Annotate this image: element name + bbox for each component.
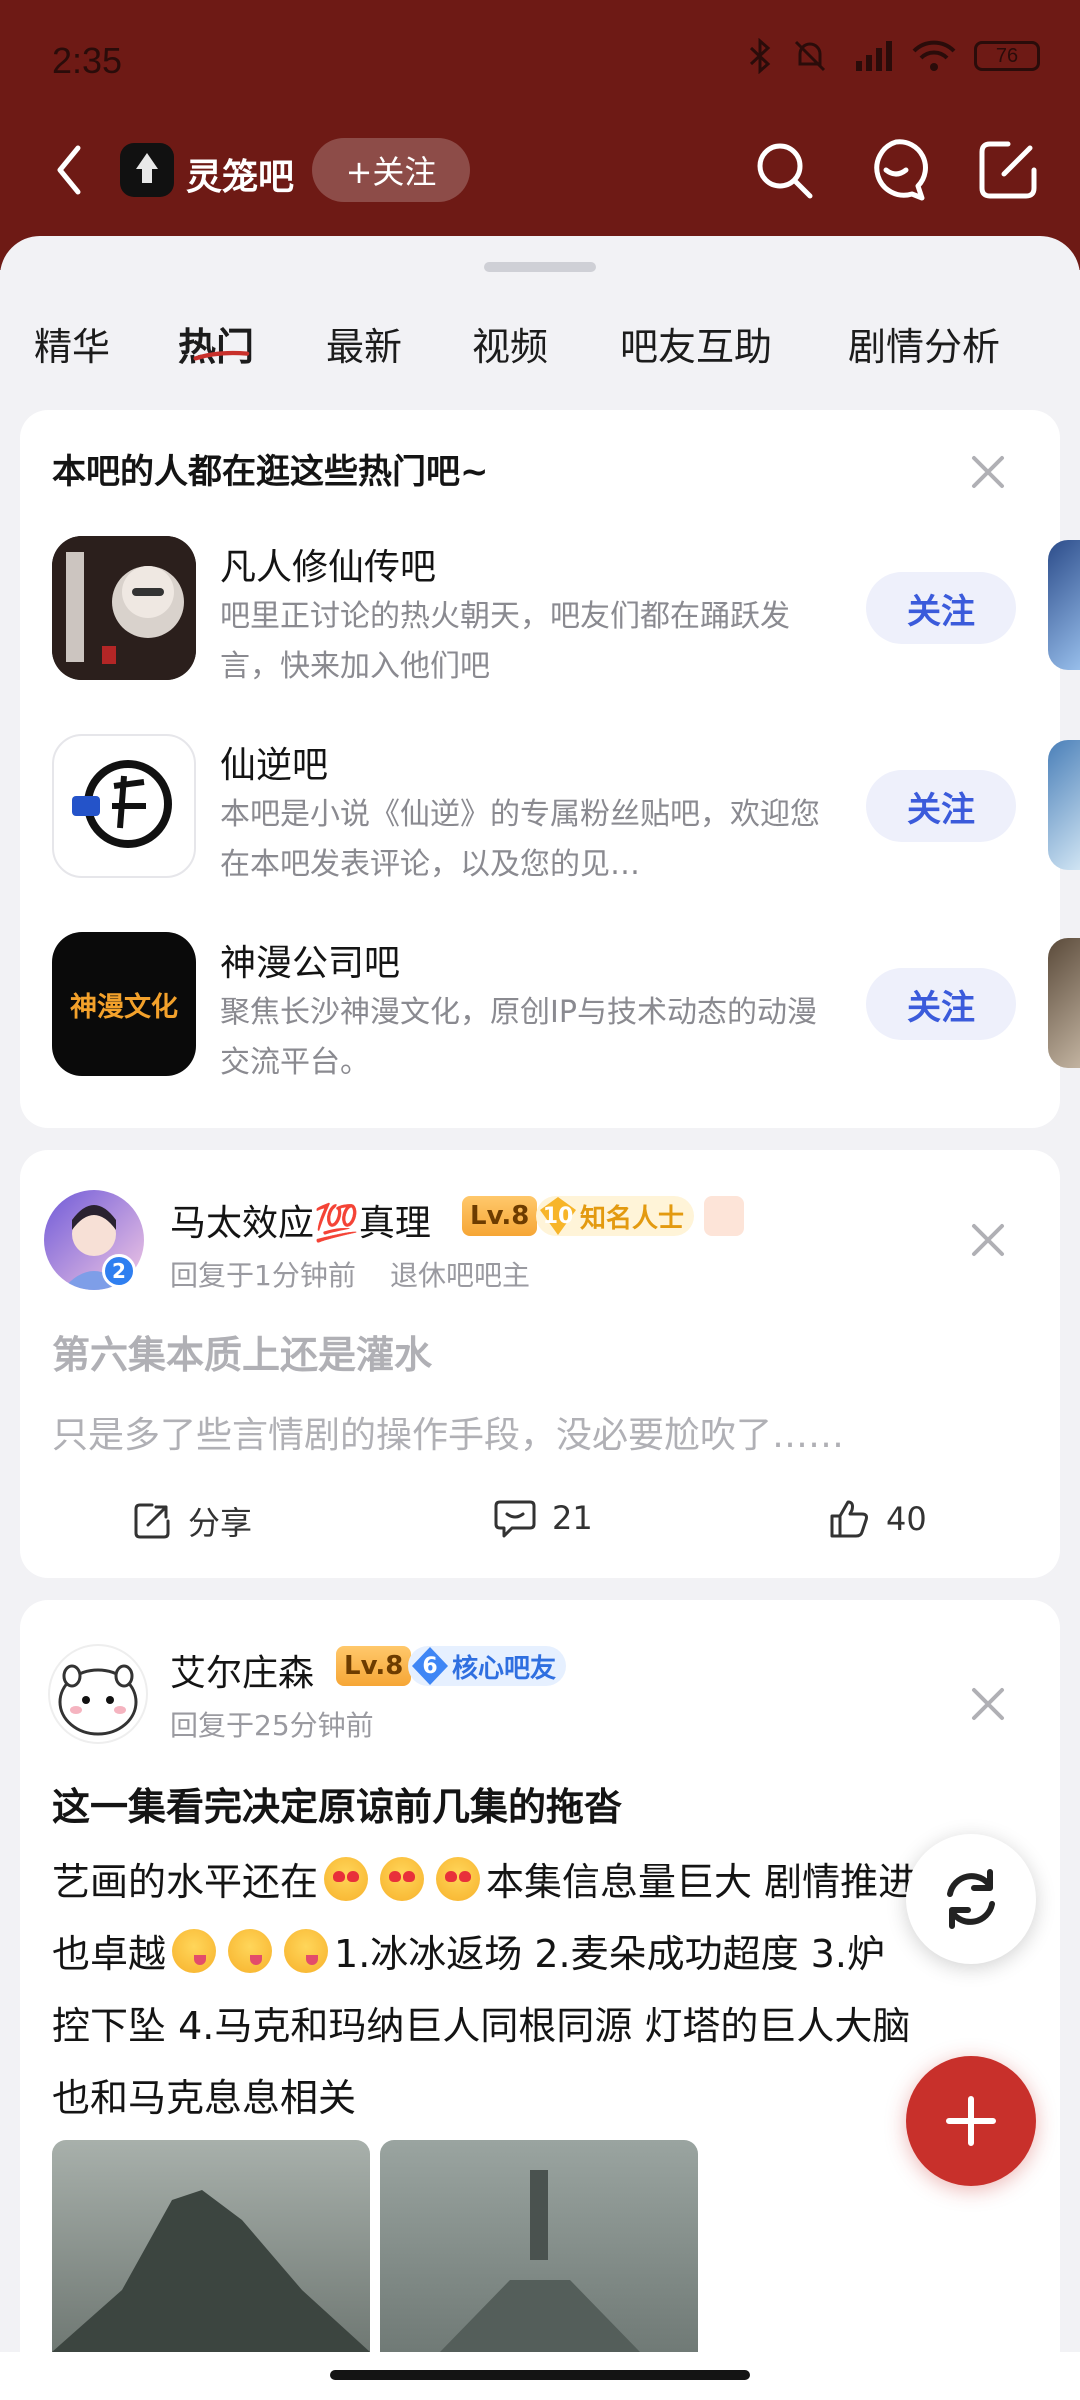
tab-video[interactable]: 视频 bbox=[472, 316, 548, 371]
forum-avatar: 神漫文化 bbox=[52, 932, 196, 1076]
heart-eyes-emoji-icon bbox=[324, 1857, 369, 1901]
next-item-peek bbox=[1048, 938, 1080, 1068]
diamond-badge-icon: 6 bbox=[408, 1644, 452, 1688]
mute-icon bbox=[794, 40, 826, 72]
reply-time: 回复于1分钟前 bbox=[170, 1259, 356, 1292]
forum-avatar bbox=[52, 734, 196, 878]
post-body[interactable]: 艺画的水平还在 本集信息量巨大 剧情推进 也卓越 1.冰冰返场 2.麦朵成功超度 3… bbox=[52, 1846, 1012, 2134]
like-count: 40 bbox=[886, 1500, 927, 1538]
heart-eyes-emoji-icon bbox=[380, 1857, 425, 1901]
share-icon bbox=[134, 1503, 170, 1539]
follow-forum-button[interactable]: +关注 bbox=[312, 138, 470, 202]
level-badge: Lv.8 bbox=[336, 1646, 412, 1686]
forum-name: 凡人修仙传吧 bbox=[220, 547, 437, 588]
recommend-card: 本吧的人都在逛这些热门吧~ 凡人修仙传吧 吧里正讨论的热火朝天，吧友们都在踊跃发… bbox=[20, 410, 1080, 1128]
yum-emoji-icon bbox=[284, 1929, 329, 1973]
post-title[interactable]: 这一集看完决定原谅前几集的拖沓 bbox=[52, 1776, 622, 1831]
tab-featured[interactable]: 精华 bbox=[34, 316, 110, 371]
header: 灵笼吧 +关注 bbox=[0, 130, 1080, 210]
refresh-icon bbox=[947, 1869, 995, 1929]
tab-plot-analysis[interactable]: 剧情分析 bbox=[848, 316, 1000, 371]
share-label: 分享 bbox=[188, 1504, 253, 1542]
plus-icon bbox=[946, 2096, 996, 2146]
forum-description: 吧里正讨论的热火朝天，吧友们都在踊跃发言，快来加入他们吧 bbox=[220, 599, 790, 684]
active-tab-indicator bbox=[193, 350, 250, 361]
wifi-icon bbox=[912, 40, 956, 71]
follow-button[interactable]: 关注 bbox=[866, 968, 1016, 1040]
top-bar: 2:35 76 灵笼吧 +关注 bbox=[0, 0, 1080, 270]
like-button[interactable]: 40 bbox=[828, 1498, 927, 1540]
heart-eyes-emoji-icon bbox=[436, 1857, 481, 1901]
forum-logo-text: 神漫文化 bbox=[70, 991, 178, 1023]
recommend-item[interactable]: 神漫文化 神漫公司吧 聚焦长沙神漫文化，原创IP与技术动态的动漫交流平台。 关注 bbox=[52, 932, 1042, 1102]
recommend-item[interactable]: 凡人修仙传吧 吧里正讨论的热火朝天，吧友们都在踊跃发言，快来加入他们吧 关注 bbox=[52, 536, 1042, 706]
refresh-button[interactable] bbox=[906, 1834, 1036, 1964]
close-icon[interactable] bbox=[966, 1218, 1010, 1262]
battery-indicator: 76 bbox=[974, 41, 1040, 71]
member-badge: 10 知名人士 bbox=[536, 1194, 695, 1238]
member-badge: 6 核心吧友 bbox=[408, 1644, 567, 1688]
follow-button[interactable]: 关注 bbox=[866, 770, 1016, 842]
level-badge: Lv.8 bbox=[462, 1196, 538, 1236]
home-indicator[interactable] bbox=[330, 2370, 750, 2380]
back-arrow-icon[interactable] bbox=[50, 140, 90, 200]
new-post-button[interactable] bbox=[906, 2056, 1036, 2186]
status-time: 2:35 bbox=[52, 40, 123, 81]
edit-post-icon[interactable] bbox=[974, 136, 1042, 204]
forum-logo bbox=[120, 143, 174, 197]
diamond-badge-icon: 10 bbox=[536, 1194, 580, 1238]
post-image[interactable] bbox=[380, 2140, 698, 2352]
thumbs-up-icon bbox=[830, 1500, 868, 1538]
user-role: 退休吧吧主 bbox=[390, 1259, 531, 1292]
forum-description: 本吧是小说《仙逆》的专属粉丝贴吧，欢迎您在本吧发表评论，以及您的见… bbox=[220, 797, 820, 882]
post-title[interactable]: 第六集本质上还是灌水 bbox=[52, 1324, 432, 1379]
comment-button[interactable]: 21 bbox=[494, 1498, 593, 1538]
user-name[interactable]: 艾尔庄森 bbox=[170, 1644, 314, 1696]
forum-name[interactable]: 灵笼吧 bbox=[186, 148, 294, 200]
tab-bar: 精华 热门 最新 视频 吧友互助 剧情分析 bbox=[0, 316, 1080, 396]
forum-avatar bbox=[52, 536, 196, 680]
tab-hot[interactable]: 热门 bbox=[178, 316, 254, 371]
search-icon[interactable] bbox=[750, 136, 818, 204]
reply-time: 回复于25分钟前 bbox=[170, 1709, 374, 1742]
comment-icon bbox=[494, 1500, 536, 1538]
follow-button[interactable]: 关注 bbox=[866, 572, 1016, 644]
comment-count: 21 bbox=[552, 1499, 593, 1537]
yum-emoji-icon bbox=[172, 1929, 217, 1973]
next-item-peek bbox=[1048, 740, 1080, 870]
forum-name: 神漫公司吧 bbox=[220, 943, 401, 984]
post-image[interactable] bbox=[52, 2140, 370, 2352]
tab-help[interactable]: 吧友互助 bbox=[620, 316, 772, 371]
avatar-badge: 2 bbox=[102, 1254, 136, 1288]
message-icon[interactable] bbox=[862, 136, 930, 204]
user-name[interactable]: 马太效应💯真理 bbox=[170, 1194, 431, 1246]
yum-emoji-icon bbox=[228, 1929, 273, 1973]
share-button[interactable]: 分享 bbox=[132, 1498, 252, 1544]
extra-badge-icon bbox=[704, 1196, 744, 1236]
forum-name: 仙逆吧 bbox=[220, 745, 329, 786]
close-icon[interactable] bbox=[966, 450, 1010, 494]
drag-handle[interactable] bbox=[484, 262, 596, 272]
user-avatar[interactable] bbox=[48, 1644, 148, 1744]
forum-description: 聚焦长沙神漫文化，原创IP与技术动态的动漫交流平台。 bbox=[220, 995, 817, 1080]
bluetooth-icon bbox=[749, 38, 771, 74]
recommend-title: 本吧的人都在逛这些热门吧~ bbox=[52, 452, 489, 492]
post-card[interactable]: 2 马太效应💯真理 Lv.8 10 知名人士 回复于1分钟前 退休吧吧主 第六集… bbox=[20, 1150, 1060, 1578]
close-icon[interactable] bbox=[966, 1682, 1010, 1726]
tab-latest[interactable]: 最新 bbox=[326, 316, 402, 371]
next-item-peek bbox=[1048, 540, 1080, 670]
signal-icon bbox=[856, 41, 892, 71]
recommend-item[interactable]: 仙逆吧 本吧是小说《仙逆》的专属粉丝贴吧，欢迎您在本吧发表评论，以及您的见… 关… bbox=[52, 734, 1042, 904]
post-excerpt[interactable]: 只是多了些言情剧的操作手段，没必要尬吹了…… bbox=[52, 1406, 844, 1458]
status-icons: 76 bbox=[748, 38, 1040, 74]
